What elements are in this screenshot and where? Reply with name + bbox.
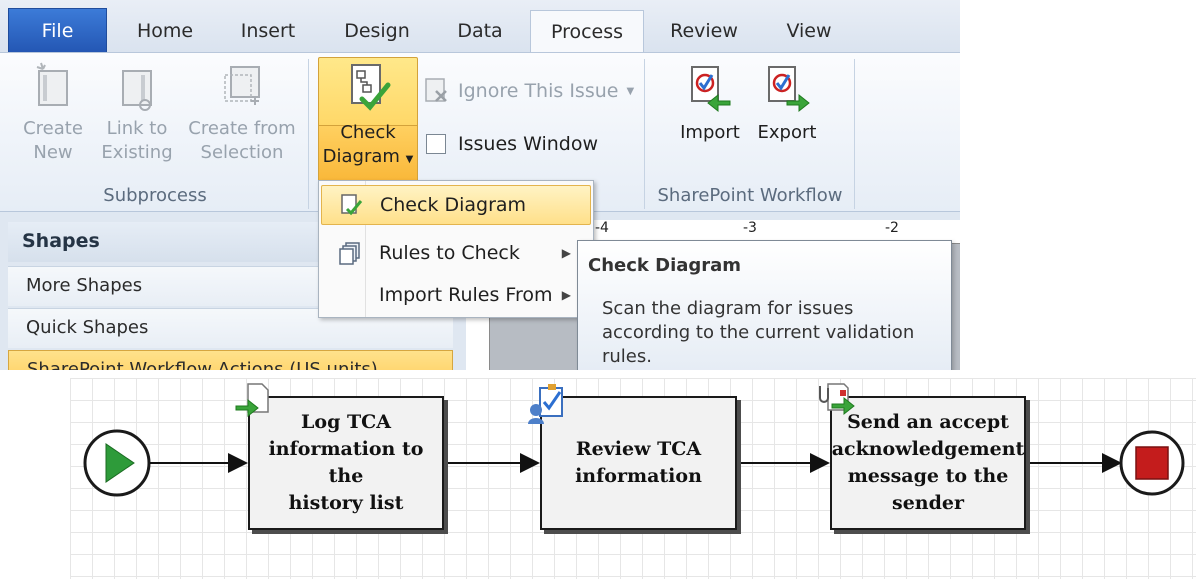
issues-window-label: Issues Window [458, 133, 598, 155]
create-selection-line2: Selection [200, 142, 284, 163]
menu-item-label: Rules to Check [379, 242, 520, 264]
step-line: message to the [847, 465, 1009, 487]
group-divider [308, 59, 309, 209]
sharepoint-workflow-actions-item[interactable]: SharePoint Workflow Actions (US units) [8, 350, 453, 370]
chevron-down-icon: ▼ [626, 85, 635, 97]
create-new-button[interactable]: Create New [18, 61, 88, 165]
tab-process[interactable]: Process [530, 10, 644, 52]
group-divider [644, 59, 645, 209]
check-diagram-button[interactable]: Check Diagram ▼ [318, 61, 418, 172]
log-to-history-icon [235, 383, 269, 418]
step-line: history list [288, 492, 404, 514]
tab-home[interactable]: Home [115, 10, 215, 52]
tab-design[interactable]: Design [325, 10, 429, 52]
start-shape[interactable] [83, 429, 151, 497]
import-label: Import [680, 122, 740, 143]
chevron-right-icon: ▶ [561, 246, 571, 260]
create-new-line2: New [33, 142, 73, 163]
ribbon-screenshot: File Home Insert Design Data Process Rev… [0, 0, 960, 370]
import-button[interactable]: Import [676, 61, 744, 145]
issues-window-toggle[interactable]: Issues Window [426, 133, 598, 155]
tab-review[interactable]: Review [652, 10, 756, 52]
workflow-step-send-message[interactable]: Send an accept acknowledgement message t… [830, 396, 1026, 530]
link-subprocess-icon [122, 70, 152, 111]
step-line: Send an accept [847, 411, 1009, 433]
tab-insert[interactable]: Insert [218, 10, 318, 52]
link-to-existing-button[interactable]: Link to Existing [92, 61, 182, 165]
tab-view[interactable]: View [765, 10, 853, 52]
link-existing-line1: Link to [106, 118, 168, 139]
check-diagram-menu: Check Diagram Rules to Check ▶ Import Ru… [318, 180, 594, 318]
check-diagram-line1: Check [340, 122, 396, 143]
check-diagram-icon [351, 64, 391, 111]
issues-window-checkbox[interactable] [426, 134, 446, 154]
ruler-tick: -2 [885, 220, 899, 236]
menu-item-check-diagram[interactable]: Check Diagram [321, 185, 591, 225]
ruler-tick: -3 [743, 220, 757, 236]
export-icon [768, 66, 810, 113]
create-new-line1: Create [23, 118, 83, 139]
step-text: Log TCA information to the history list [250, 409, 442, 517]
step-line: Log TCA [301, 411, 391, 433]
workflow-diagram: Log TCA information to the history list … [70, 378, 1196, 579]
tooltip-body: Scan the diagram for issues according to… [602, 298, 915, 367]
step-line: information to the [268, 438, 424, 487]
menu-item-label: Import Rules From [379, 284, 553, 306]
export-label: Export [757, 122, 817, 143]
send-email-icon [819, 383, 855, 416]
step-line: acknowledgement [831, 438, 1025, 460]
step-text: Send an accept acknowledgement message t… [832, 409, 1025, 517]
ignore-issue-icon [425, 78, 447, 102]
step-line: sender [892, 492, 964, 514]
group-divider [854, 59, 855, 209]
chevron-right-icon: ▶ [561, 288, 571, 302]
tooltip-title: Check Diagram [588, 255, 742, 276]
create-from-selection-button[interactable]: Create from Selection [186, 61, 298, 165]
menu-item-rules-to-check[interactable]: Rules to Check ▶ [321, 233, 591, 273]
export-button[interactable]: Export [752, 61, 822, 145]
ruler-tick: -4 [595, 220, 609, 236]
approval-task-icon [528, 384, 563, 424]
stop-icon [1135, 446, 1169, 480]
ignore-issue-label: Ignore This Issue [458, 80, 619, 102]
check-diagram-icon [322, 193, 380, 217]
tab-file[interactable]: File [8, 8, 107, 52]
check-diagram-line2: Diagram ▼ [323, 145, 414, 172]
rules-icon [321, 241, 379, 265]
menu-item-label: Check Diagram [380, 194, 527, 216]
terminate-shape[interactable] [1119, 430, 1185, 496]
step-line: Review TCA [575, 438, 702, 460]
create-subprocess-icon [36, 62, 68, 106]
import-icon [691, 66, 731, 113]
ignore-issue-button[interactable]: Ignore This Issue ▼ [424, 77, 634, 105]
check-diagram-tooltip: Check Diagram Scan the diagram for issue… [577, 240, 952, 370]
sharepoint-group-label: SharePoint Workflow [657, 185, 843, 206]
step-line: information [575, 465, 702, 487]
workflow-step-log-tca[interactable]: Log TCA information to the history list [248, 396, 444, 530]
create-selection-line1: Create from [188, 118, 296, 139]
check-diagram-line2-text: Diagram [322, 146, 400, 167]
link-existing-line2: Existing [101, 142, 173, 163]
create-from-selection-icon [224, 66, 260, 105]
tab-data[interactable]: Data [435, 10, 525, 52]
subprocess-group-label: Subprocess [103, 185, 207, 206]
step-text: Review TCA information [575, 436, 702, 490]
workflow-step-review-tca[interactable]: Review TCA information [540, 396, 737, 530]
chevron-down-icon: ▼ [405, 154, 414, 165]
menu-item-import-rules-from[interactable]: Import Rules From ▶ [321, 275, 591, 315]
ribbon-tab-bar: File Home Insert Design Data Process Rev… [0, 0, 960, 52]
